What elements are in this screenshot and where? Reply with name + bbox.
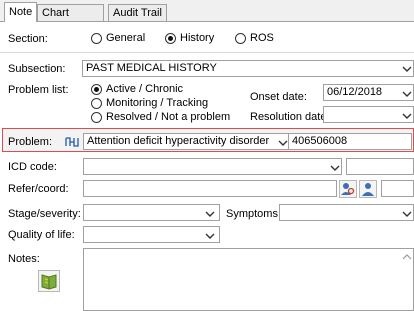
quality-of-life-select[interactable] (83, 226, 220, 243)
subsection-label: Subsection: (8, 63, 66, 75)
section-option-general[interactable]: General (106, 32, 145, 44)
problem-code-field[interactable]: 406506008 (289, 133, 412, 150)
chevron-down-icon[interactable] (278, 138, 288, 148)
chevron-down-icon[interactable] (402, 64, 412, 74)
symptoms-label: Symptoms: (226, 208, 282, 220)
section-radio-general[interactable] (91, 33, 102, 44)
chevron-down-icon[interactable] (402, 111, 412, 121)
tab-strip: Note Chart Review Audit Trail (0, 0, 414, 36)
book-icon (41, 274, 57, 290)
onset-date-label: Onset date: (250, 91, 307, 103)
refer-extra-field[interactable] (381, 180, 414, 197)
chevron-down-icon[interactable] (402, 209, 412, 219)
stage-severity-label: Stage/severity: (8, 208, 81, 220)
tab-note[interactable]: Note (4, 2, 37, 22)
section-label: Section: (8, 33, 48, 45)
resolution-date-field[interactable] (323, 106, 414, 123)
section-radio-history[interactable] (165, 33, 176, 44)
quality-of-life-label: Quality of life: (8, 229, 75, 241)
link-chain-icon[interactable] (64, 136, 80, 148)
onset-date-value: 06/12/2018 (327, 86, 383, 98)
problem-label: Problem: (8, 136, 53, 148)
onset-date-field[interactable]: 06/12/2018 (323, 84, 414, 101)
subsection-select[interactable]: PAST MEDICAL HISTORY (82, 60, 414, 77)
person-icon (362, 183, 374, 196)
chevron-down-icon[interactable] (205, 209, 215, 219)
section-option-history[interactable]: History (180, 32, 214, 44)
chevron-down-icon[interactable] (330, 163, 340, 173)
person-search-icon (341, 183, 355, 195)
tab-chart-review[interactable]: Chart Review (37, 4, 104, 36)
problem-list-radio-monitoring[interactable] (91, 98, 102, 109)
notes-label: Notes: (8, 253, 40, 265)
subsection-value: PAST MEDICAL HISTORY (86, 62, 217, 74)
refer-coord-label: Refer/coord: (8, 183, 69, 195)
icd-code-select[interactable] (83, 158, 342, 175)
refer-coord-field[interactable] (83, 180, 337, 197)
notes-book-button[interactable] (38, 270, 60, 292)
problem-list-radio-resolved[interactable] (91, 112, 102, 123)
problem-list-radio-active[interactable] (91, 84, 102, 95)
resolution-date-label: Resolution date: (250, 111, 330, 123)
problem-value: Attention deficit hyperactivity disorder (87, 135, 270, 147)
problem-code-value: 406506008 (292, 135, 348, 147)
problem-list-option-active[interactable]: Active / Chronic (106, 83, 183, 95)
refer-search-button[interactable] (339, 180, 357, 198)
symptoms-select[interactable] (279, 204, 414, 221)
icd-code-extra-field[interactable] (346, 158, 414, 175)
chevron-down-icon[interactable] (402, 89, 412, 99)
chevron-down-icon[interactable] (205, 231, 215, 241)
problem-list-option-resolved[interactable]: Resolved / Not a problem (106, 111, 230, 123)
divider (0, 52, 414, 53)
section-radio-ros[interactable] (235, 33, 246, 44)
notes-textarea[interactable] (83, 248, 414, 311)
tab-audit-trail[interactable]: Audit Trail (108, 4, 167, 21)
scroll-up-icon[interactable] (402, 252, 412, 262)
problem-list-option-monitoring[interactable]: Monitoring / Tracking (106, 97, 208, 109)
stage-severity-select[interactable] (83, 204, 220, 221)
refer-person-button[interactable] (359, 180, 377, 198)
section-option-ros[interactable]: ROS (250, 32, 274, 44)
problem-select[interactable]: Attention deficit hyperactivity disorder (83, 133, 289, 150)
icd-code-label: ICD code: (8, 161, 57, 173)
problem-list-label: Problem list: (8, 84, 69, 96)
